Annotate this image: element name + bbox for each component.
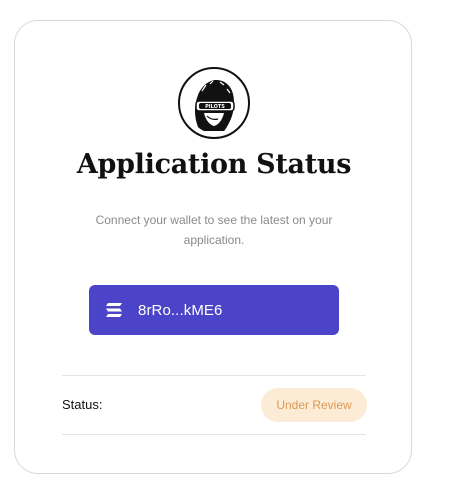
status-badge: Under Review — [261, 388, 367, 422]
solana-icon — [105, 302, 123, 318]
logo-text: PILOTS — [205, 104, 225, 110]
wallet-address: 8rRo...kME6 — [138, 301, 223, 319]
divider-bottom — [62, 434, 366, 435]
page-title: Application Status — [76, 149, 352, 180]
application-status-card: PILOTS Application Status Connect your w… — [14, 20, 412, 474]
status-label: Status: — [62, 397, 103, 412]
page-subtitle: Connect your wallet to see the latest on… — [95, 213, 333, 247]
divider-top — [62, 375, 366, 376]
connected-wallet-button[interactable]: 8rRo...kME6 — [89, 285, 339, 335]
pilots-logo: PILOTS — [178, 67, 250, 139]
